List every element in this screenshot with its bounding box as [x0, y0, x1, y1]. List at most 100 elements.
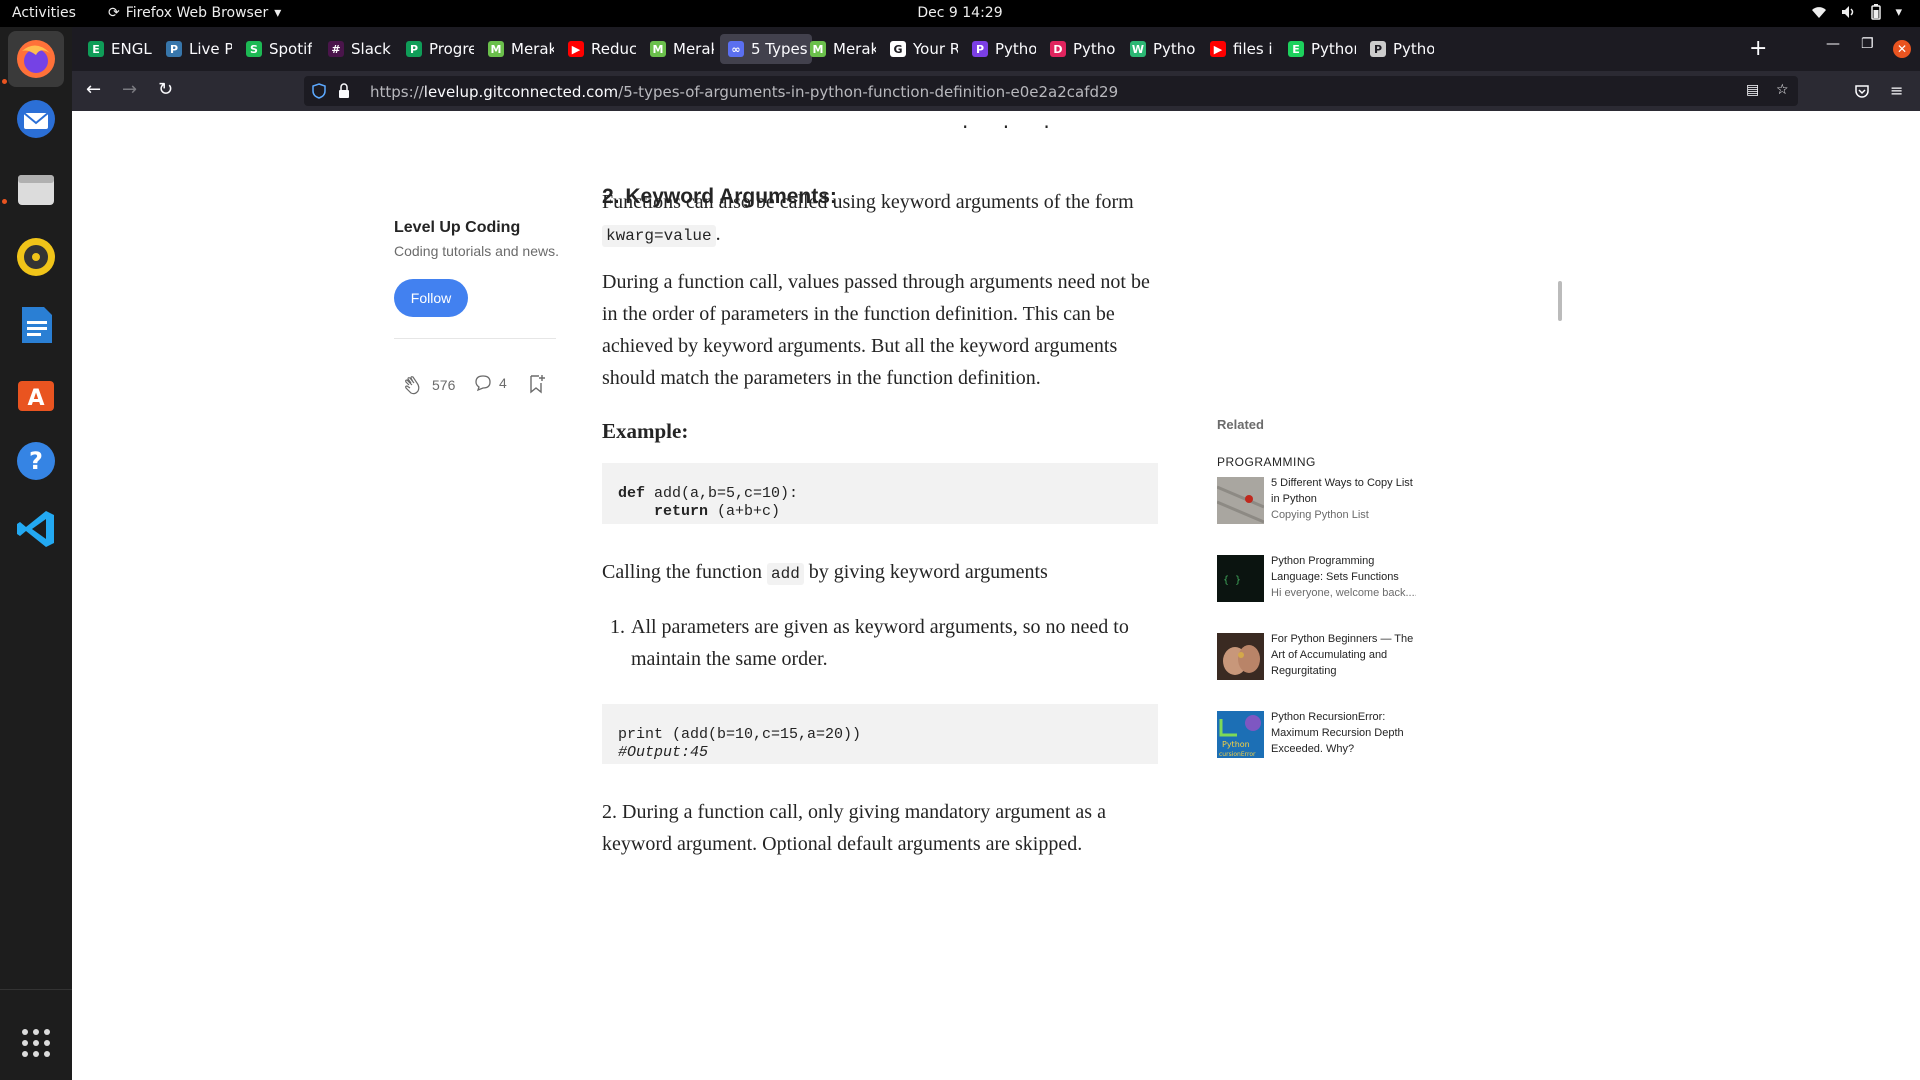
response-count: 4: [499, 375, 507, 391]
tab-label: Progress: [429, 40, 474, 58]
related-item[interactable]: Python cursionError Python RecursionError…: [1217, 709, 1417, 775]
clap-icon: [405, 376, 420, 395]
responses-button[interactable]: 4: [473, 373, 507, 393]
battery-icon: [1871, 4, 1882, 20]
browser-tab[interactable]: # Slack | I: [320, 34, 392, 64]
browser-tab[interactable]: E ENGLISH: [80, 34, 152, 64]
publication-tagline: Coding tutorials and news.: [394, 243, 559, 259]
browser-tab[interactable]: M Meraki: [642, 34, 714, 64]
wifi-icon: [1812, 7, 1827, 18]
shield-icon[interactable]: [312, 83, 326, 99]
menu-hamburger-icon[interactable]: ≡: [1890, 81, 1903, 100]
lock-icon[interactable]: [338, 83, 350, 99]
help-icon[interactable]: ?: [8, 433, 64, 489]
browser-tab[interactable]: P Live Pro: [158, 34, 232, 64]
system-tray[interactable]: ▾: [1811, 4, 1902, 20]
code-keyword-return: return: [654, 503, 709, 520]
browser-tab[interactable]: P Progress: [398, 34, 474, 64]
tab-label: Your Re: [913, 40, 958, 58]
url-bar[interactable]: https://levelup.gitconnected.com/5-types…: [304, 76, 1798, 106]
code-line: (a+b+c): [708, 503, 781, 520]
code-block-definition: def add(a,b=5,c=10): return (a+b+c): [602, 463, 1158, 524]
related-item[interactable]: 5 Different Ways to Copy List in Python …: [1217, 475, 1417, 541]
minimize-button[interactable]: —: [1826, 36, 1840, 52]
reader-view-icon[interactable]: ▤: [1746, 82, 1759, 98]
svg-text:?: ?: [29, 447, 43, 475]
tab-label: Meraki: [511, 40, 554, 58]
url-text[interactable]: https://levelup.gitconnected.com/5-types…: [370, 83, 1118, 101]
browser-tab[interactable]: D Python I: [1042, 34, 1116, 64]
forward-button[interactable]: →: [122, 79, 137, 100]
bookmark-star-icon[interactable]: ☆: [1776, 82, 1789, 98]
code-line: print (add(b=10,c=15,a=20)): [618, 726, 862, 743]
thunderbird-icon[interactable]: [8, 91, 64, 147]
related-thumbnail: { }: [1217, 555, 1264, 602]
tab-favicon-icon: D: [1050, 41, 1066, 57]
back-button[interactable]: ←: [86, 79, 101, 100]
bookmark-add-icon[interactable]: [527, 373, 547, 395]
close-window-button[interactable]: ✕: [1893, 40, 1911, 58]
ubuntu-dock: A ?: [0, 27, 72, 1080]
tab-favicon-icon: E: [88, 41, 104, 57]
browser-tab[interactable]: G Your Re: [882, 34, 958, 64]
files-icon[interactable]: [8, 161, 64, 217]
list-item: 1. All parameters are given as keyword a…: [610, 611, 1160, 675]
tab-favicon-icon: M: [488, 41, 504, 57]
related-item[interactable]: For Python Beginners — The Art of Accumu…: [1217, 631, 1417, 697]
tab-label: Live Pro: [189, 40, 232, 58]
tab-favicon-icon: W: [1130, 41, 1146, 57]
browser-tab[interactable]: M Meraki: [802, 34, 876, 64]
tab-label: Meraki: [673, 40, 714, 58]
restore-button[interactable]: ❐: [1861, 36, 1874, 52]
publication-name[interactable]: Level Up Coding: [394, 219, 520, 237]
code-line: add(a,b=5,c=10):: [645, 485, 799, 502]
clap-button[interactable]: 576: [402, 373, 455, 397]
software-icon[interactable]: A: [8, 365, 64, 421]
browser-tab[interactable]: ∞5 Types✕: [720, 34, 812, 64]
related-item[interactable]: { } Python Programming Language: Sets Fu…: [1217, 553, 1417, 619]
tab-label: Python I: [995, 40, 1036, 58]
writer-icon[interactable]: [8, 297, 64, 353]
vscode-icon[interactable]: [8, 501, 64, 557]
clock[interactable]: Dec 9 14:29: [0, 5, 1920, 21]
browser-tab[interactable]: ▶ Reduce: [560, 34, 636, 64]
tab-favicon-icon: G: [890, 41, 906, 57]
browser-tab[interactable]: M Meraki: [480, 34, 554, 64]
tab-label: Python I: [1073, 40, 1116, 58]
web-page: · · · Level Up Coding Coding tutorials a…: [72, 111, 1920, 1080]
code-block-call: print (add(b=10,c=15,a=20)) #Output:45: [602, 704, 1158, 764]
tab-favicon-icon: P: [406, 41, 422, 57]
browser-tab[interactable]: E Python I: [1280, 34, 1356, 64]
page-scrollbar[interactable]: [1558, 281, 1562, 321]
app-grid-icon[interactable]: [8, 1015, 64, 1071]
browser-tab[interactable]: W Python I: [1122, 34, 1196, 64]
url-scheme: https://: [370, 83, 424, 101]
browser-tab[interactable]: P Python: [1362, 34, 1434, 64]
browser-tab[interactable]: ▶ files in p: [1202, 34, 1274, 64]
url-host: levelup.gitconnected.com: [423, 83, 619, 101]
tab-favicon-icon: P: [166, 41, 182, 57]
browser-tab[interactable]: P Python I: [964, 34, 1036, 64]
firefox-icon[interactable]: [8, 31, 64, 87]
new-tab-button[interactable]: +: [1749, 36, 1767, 61]
list-item-text: All parameters are given as keyword argu…: [631, 616, 1129, 670]
tab-favicon-icon: ▶: [1210, 41, 1226, 57]
follow-button[interactable]: Follow: [394, 279, 468, 317]
related-title: Python RecursionError: Maximum Recursion…: [1271, 711, 1404, 755]
pocket-icon[interactable]: [1854, 83, 1870, 99]
list-number: 1.: [610, 616, 625, 638]
paragraph-intro-end: .: [715, 223, 721, 245]
tab-label: 5 Types: [751, 40, 808, 58]
paragraph-description: During a function call, values passed th…: [602, 271, 1150, 389]
related-thumbnail: [1217, 477, 1264, 524]
svg-text:cursionError: cursionError: [1219, 751, 1256, 758]
svg-text:{ }: { }: [1223, 575, 1241, 586]
tab-favicon-icon: M: [810, 41, 826, 57]
tab-favicon-icon: S: [246, 41, 262, 57]
related-category[interactable]: PROGRAMMING: [1217, 455, 1316, 469]
reload-button[interactable]: ↻: [158, 79, 173, 100]
tab-favicon-icon: ∞: [728, 41, 744, 57]
rhythmbox-icon[interactable]: [8, 229, 64, 285]
browser-tab[interactable]: S Spotify: [238, 34, 312, 64]
section-separator: · · ·: [962, 115, 1064, 139]
